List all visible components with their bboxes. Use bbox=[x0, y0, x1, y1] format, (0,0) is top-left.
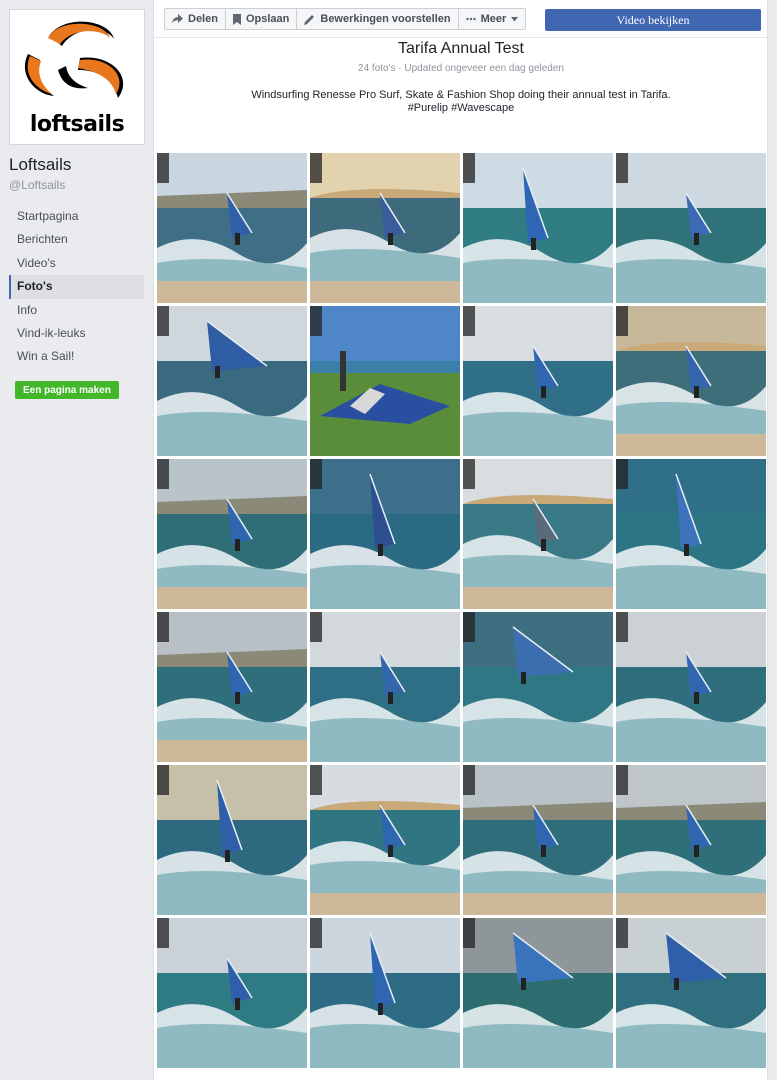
windsurf-photo-image bbox=[310, 765, 460, 915]
page-profile-picture[interactable]: loftsails bbox=[9, 9, 145, 145]
album-meta: 24 foto's · Updated ongeveer een dag gel… bbox=[358, 63, 564, 74]
album-toolbar: Delen Opslaan Bewerkingen voorstellen Me… bbox=[154, 0, 768, 38]
windsurf-photo-image bbox=[463, 459, 613, 609]
logo-wordmark: loftsails bbox=[29, 112, 125, 137]
more-button[interactable]: Meer bbox=[459, 9, 526, 29]
windsurf-photo-image bbox=[157, 918, 307, 1068]
windsurf-photo-image bbox=[463, 153, 613, 303]
windsurf-photo-image bbox=[310, 459, 460, 609]
windsurf-photo-image bbox=[616, 153, 766, 303]
windsurf-photo-image bbox=[310, 306, 460, 456]
suggest-label: Bewerkingen voorstellen bbox=[320, 13, 451, 25]
album-photo[interactable] bbox=[310, 459, 460, 609]
album-photo[interactable] bbox=[157, 765, 307, 915]
windsurf-photo-image bbox=[616, 306, 766, 456]
loftsails-swirl-icon bbox=[24, 21, 124, 98]
windsurf-photo-image bbox=[616, 612, 766, 762]
album-hashtags[interactable]: #Purelip #Wavescape bbox=[154, 102, 768, 115]
album-photo[interactable] bbox=[157, 153, 307, 303]
album-photo[interactable] bbox=[310, 612, 460, 762]
album-photo[interactable] bbox=[616, 459, 766, 609]
ellipsis-icon bbox=[465, 17, 476, 21]
windsurf-photo-image bbox=[463, 306, 613, 456]
nav-item-info[interactable]: Info bbox=[9, 299, 144, 322]
chevron-down-icon bbox=[511, 16, 519, 21]
share-label: Delen bbox=[188, 13, 218, 25]
album-title: Tarifa Annual Test bbox=[397, 40, 524, 57]
create-page-button[interactable]: Een pagina maken bbox=[15, 381, 119, 399]
album-photo[interactable] bbox=[157, 306, 307, 456]
windsurf-photo-image bbox=[463, 918, 613, 1068]
album-photo[interactable] bbox=[157, 612, 307, 762]
album-photo[interactable] bbox=[157, 459, 307, 609]
album-photo[interactable] bbox=[616, 918, 766, 1068]
windsurf-photo-image bbox=[463, 612, 613, 762]
left-column: loftsails Loftsails @Loftsails Startpagi… bbox=[0, 0, 152, 1080]
windsurf-photo-image bbox=[616, 459, 766, 609]
album-photo[interactable] bbox=[463, 612, 613, 762]
share-button[interactable]: Delen bbox=[165, 9, 226, 29]
nav-item-fotos[interactable]: Foto's bbox=[9, 275, 144, 299]
windsurf-photo-image bbox=[157, 612, 307, 762]
album-description: Windsurfing Renesse Pro Surf, Skate & Fa… bbox=[154, 89, 768, 115]
album-main: Delen Opslaan Bewerkingen voorstellen Me… bbox=[153, 0, 768, 1080]
save-label: Opslaan bbox=[245, 13, 290, 25]
album-photo[interactable] bbox=[463, 459, 613, 609]
windsurf-photo-image bbox=[157, 459, 307, 609]
more-label: Meer bbox=[480, 13, 507, 25]
watch-video-button[interactable]: Video bekijken bbox=[545, 9, 761, 31]
windsurf-photo-image bbox=[616, 765, 766, 915]
pencil-icon bbox=[304, 14, 315, 25]
save-button[interactable]: Opslaan bbox=[226, 9, 298, 29]
nav-item-videos[interactable]: Video's bbox=[9, 252, 144, 275]
album-photo[interactable] bbox=[157, 918, 307, 1068]
album-photo[interactable] bbox=[463, 918, 613, 1068]
album-photo[interactable] bbox=[616, 153, 766, 303]
loftsails-logo: loftsails bbox=[14, 14, 140, 140]
page-name[interactable]: Loftsails bbox=[9, 155, 71, 175]
suggest-edits-button[interactable]: Bewerkingen voorstellen bbox=[297, 9, 459, 29]
windsurf-photo-image bbox=[463, 765, 613, 915]
page-nav: Startpagina Berichten Video's Foto's Inf… bbox=[9, 205, 144, 369]
action-button-group: Delen Opslaan Bewerkingen voorstellen Me… bbox=[164, 8, 527, 30]
album-photo[interactable] bbox=[616, 765, 766, 915]
album-photo[interactable] bbox=[310, 153, 460, 303]
windsurf-photo-image bbox=[157, 765, 307, 915]
nav-item-startpagina[interactable]: Startpagina bbox=[9, 205, 144, 228]
windsurf-photo-image bbox=[157, 306, 307, 456]
windsurf-photo-image bbox=[310, 153, 460, 303]
album-photo[interactable] bbox=[310, 306, 460, 456]
windsurf-photo-image bbox=[310, 918, 460, 1068]
album-description-line: Windsurfing Renesse Pro Surf, Skate & Fa… bbox=[251, 89, 671, 101]
windsurf-photo-image bbox=[157, 153, 307, 303]
nav-item-vind-ik-leuks[interactable]: Vind-ik-leuks bbox=[9, 322, 144, 345]
share-arrow-icon bbox=[172, 14, 183, 24]
album-photo[interactable] bbox=[310, 918, 460, 1068]
nav-item-berichten[interactable]: Berichten bbox=[9, 228, 144, 251]
nav-item-win-a-sail[interactable]: Win a Sail! bbox=[9, 345, 144, 368]
album-photo[interactable] bbox=[310, 765, 460, 915]
album-photo[interactable] bbox=[616, 612, 766, 762]
album-photo[interactable] bbox=[463, 765, 613, 915]
bookmark-icon bbox=[232, 13, 241, 25]
album-photo[interactable] bbox=[463, 153, 613, 303]
windsurf-photo-image bbox=[616, 918, 766, 1068]
album-photo[interactable] bbox=[463, 306, 613, 456]
page-handle[interactable]: @Loftsails bbox=[9, 178, 65, 192]
album-photo[interactable] bbox=[616, 306, 766, 456]
windsurf-photo-image bbox=[310, 612, 460, 762]
